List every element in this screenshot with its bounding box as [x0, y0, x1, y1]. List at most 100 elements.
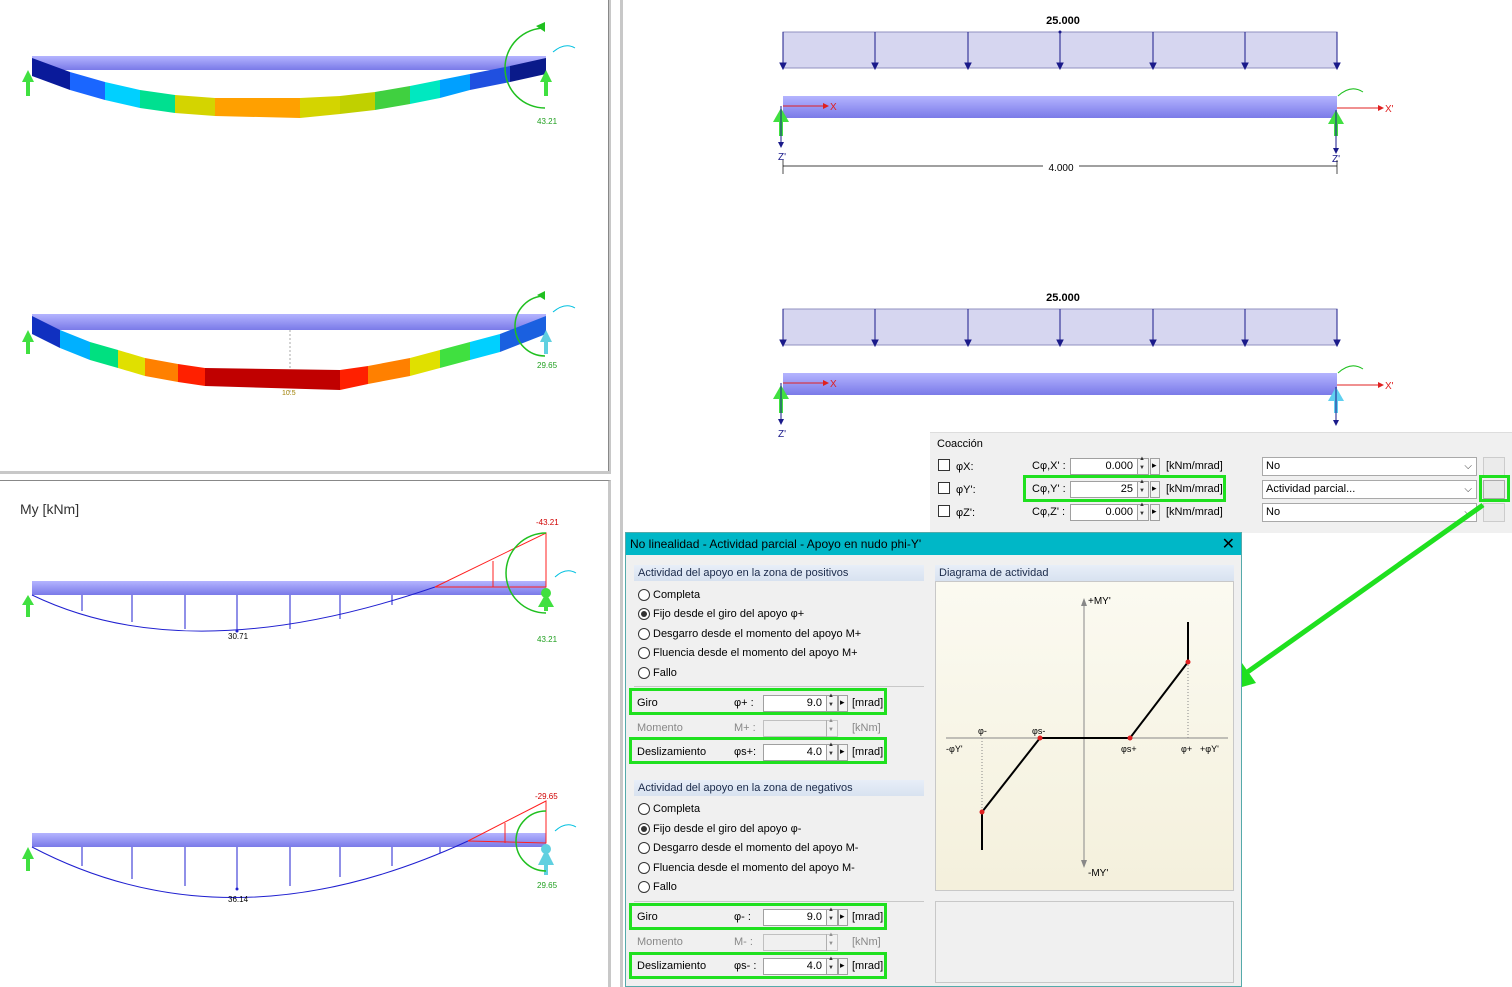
beam-undeformed [32, 56, 546, 70]
deformation-view-panel: 43.21 10.5 29.65 [0, 0, 611, 474]
phi-x-nonlinearity-select[interactable]: No ⌵ [1262, 457, 1477, 476]
c-phi-z-arrow-button[interactable] [1150, 504, 1160, 521]
activity-diagram: +MY' -MY' -φY' +φY' φ- φs- φs+ φ+ [935, 581, 1234, 891]
highlight-neg-giro [629, 903, 887, 930]
highlight-pos-deslizamiento [629, 737, 887, 764]
pos-momento-spinner[interactable] [826, 718, 838, 737]
moment-left-support-1 [22, 595, 34, 617]
phi-y-checkbox[interactable] [938, 482, 950, 494]
pos-momento-input[interactable] [763, 720, 827, 737]
activity-curve [981, 622, 1189, 850]
phi-x-label: φX: [956, 461, 974, 473]
phi-z-checkbox[interactable] [938, 505, 950, 517]
moment-canvas: -43.21 30.71 43.21 -29.65 36.14 29.65 [22, 518, 577, 904]
neg-option-completa-radio[interactable] [638, 803, 650, 815]
phi-plus-label: φ+ [1181, 744, 1192, 754]
moment-mid-value-2: 36.14 [228, 895, 249, 904]
neg-option-desgarro-radio[interactable] [638, 842, 650, 854]
dialog-title: No linealidad - Actividad parcial - Apoy… [630, 537, 922, 551]
moment-left-support-2 [22, 847, 34, 871]
negative-group-header: Actividad del apoyo en la zona de negati… [634, 780, 924, 796]
phi-y-select-value: Actividad parcial... [1266, 483, 1356, 495]
axis-x-label: X [830, 102, 837, 113]
highlight-c-phi-y [1023, 475, 1226, 502]
svg-text:Z': Z' [1332, 154, 1340, 165]
neg-momento-unit: [kNm] [852, 936, 881, 948]
neg-momento-label: Momento [637, 936, 683, 948]
c-phi-x-spinner[interactable] [1137, 456, 1149, 475]
beam-undeformed-2 [32, 314, 546, 330]
load-value-1: 25.000 [1046, 15, 1080, 27]
activity-diagram-canvas: +MY' -MY' -φY' +φY' φ- φs- φs+ φ+ [946, 596, 1228, 879]
pos-momento-label: Momento [637, 722, 683, 734]
phi-minus-label: φ- [978, 726, 987, 736]
phi-y-label: φY': [956, 484, 976, 496]
neg-option-fluencia-radio[interactable] [638, 862, 650, 874]
positive-group-header: Actividad del apoyo en la zona de positi… [634, 565, 924, 581]
pos-option-fijo-radio[interactable] [638, 608, 650, 620]
neg-option-desgarro-label: Desgarro desde el momento del apoyo M- [653, 842, 859, 854]
model-beam-1 [783, 96, 1337, 118]
phi-s-minus-label: φs- [1032, 726, 1045, 736]
edit-nonlinearity-icon[interactable] [1483, 457, 1505, 476]
close-icon[interactable]: ✕ [1222, 534, 1235, 554]
c-phi-z-input[interactable]: 0.000 [1070, 504, 1138, 521]
neg-option-fluencia-label: Fluencia desde el momento del apoyo M- [653, 862, 855, 874]
moment-top-value-2: -29.65 [535, 792, 558, 801]
chevron-down-icon: ⌵ [1464, 461, 1472, 472]
moment-support-value-1: 43.21 [537, 635, 558, 644]
neg-option-fijo-radio[interactable] [638, 823, 650, 835]
pos-option-fallo-radio[interactable] [638, 667, 650, 679]
phi-x-checkbox[interactable] [938, 459, 950, 471]
c-phi-x-arrow-button[interactable] [1150, 458, 1160, 475]
support-value-1: 43.21 [537, 117, 558, 126]
neg-option-completa-label: Completa [653, 803, 701, 815]
pos-option-completa-label: Completa [653, 589, 701, 601]
moment-mid-value-1: 30.71 [228, 632, 249, 641]
diagram-empty-area [935, 901, 1234, 983]
c-phi-z-spinner[interactable] [1137, 502, 1149, 521]
mid-value-2: 10.5 [282, 390, 296, 397]
neg-momento-symbol: M- : [734, 936, 753, 948]
pos-option-completa-radio[interactable] [638, 589, 650, 601]
svg-text:X': X' [1385, 381, 1394, 392]
neg-option-fallo-radio[interactable] [638, 881, 650, 893]
svg-text:X: X [830, 379, 837, 390]
pos-option-fluencia-radio[interactable] [638, 647, 650, 659]
minus-phi-axis-label: -φY' [946, 744, 963, 754]
pos-option-fijo-label: Fijo desde el giro del apoyo φ+ [653, 608, 805, 620]
phi-z-label: φZ': [956, 507, 976, 519]
pos-momento-symbol: M+ : [734, 722, 756, 734]
neg-momento-spinner[interactable] [826, 932, 838, 951]
coaccion-title: Coacción [937, 438, 983, 450]
minus-m-label: -MY' [1088, 868, 1108, 879]
pos-option-desgarro-label: Desgarro desde el momento del apoyo M+ [653, 628, 862, 640]
plus-m-label: +MY' [1088, 596, 1111, 607]
model-canvas: 25.000 X X' Z' Z' 4.000 25.000 X X' Z' [773, 15, 1394, 440]
pos-option-fluencia-label: Fluencia desde el momento del apoyo M+ [653, 647, 858, 659]
moment-support-value-2: 29.65 [537, 881, 558, 890]
c-phi-x-input[interactable]: 0.000 [1070, 458, 1138, 475]
plus-phi-axis-label: +φY' [1200, 744, 1219, 754]
phi-s-plus-label: φs+ [1121, 744, 1137, 754]
negative-moment-1 [434, 532, 547, 588]
axis-x2-label: X' [1385, 104, 1394, 115]
svg-text:Z': Z' [778, 429, 786, 440]
pos-option-fallo-label: Fallo [653, 667, 677, 679]
axis-z-label: Z' [778, 152, 786, 163]
pos-option-desgarro-radio[interactable] [638, 628, 650, 640]
support-value-2: 29.65 [537, 361, 558, 370]
neg-option-fijo-label: Fijo desde el giro del apoyo φ- [653, 823, 802, 835]
moment-top-value-1: -43.21 [536, 518, 559, 527]
moment-diagram-panel: My [kNm] -43.21 30.71 43.21 -29.65 36.14… [0, 480, 611, 987]
c-phi-z-label: Cφ,Z' : [1032, 506, 1066, 518]
dialog-titlebar: No linealidad - Actividad parcial - Apoy… [626, 533, 1241, 555]
pointer-arrow [1214, 502, 1485, 695]
neg-momento-input[interactable] [763, 934, 827, 951]
phi-x-select-value: No [1266, 460, 1281, 472]
moment-beam-1 [32, 581, 546, 595]
c-phi-x-label: Cφ,X' : [1032, 460, 1066, 472]
model-beam-2 [783, 373, 1337, 395]
moment-curve-2 [31, 840, 469, 898]
deformation-canvas: 43.21 10.5 29.65 [22, 22, 576, 397]
